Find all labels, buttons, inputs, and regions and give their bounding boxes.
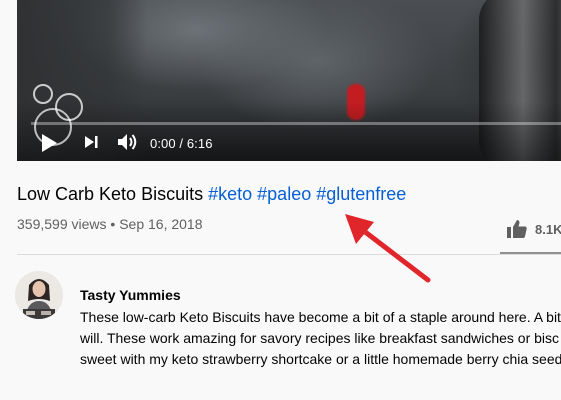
description-line: sweet with my keto strawberry shortcake … — [80, 351, 561, 367]
channel-name[interactable]: Tasty Yummies — [80, 287, 181, 303]
divider — [17, 254, 561, 255]
upload-date: Sep 16, 2018 — [119, 216, 203, 232]
like-count: 8.1K — [535, 222, 561, 237]
hashtag-paleo[interactable]: #paleo — [257, 184, 311, 204]
volume-icon[interactable] — [117, 132, 139, 152]
like-button[interactable]: 8.1K — [506, 219, 561, 241]
hashtag-keto[interactable]: #keto — [208, 184, 252, 204]
progress-bar[interactable] — [31, 122, 561, 125]
youtube-watch-page: 0:00 / 6:16 Low Carb Keto Biscuits #keto… — [0, 0, 561, 400]
next-icon[interactable] — [83, 134, 99, 150]
description-line: will. These work amazing for savory reci… — [80, 330, 560, 346]
video-title-text: Low Carb Keto Biscuits — [17, 184, 209, 204]
annotation-arrow-icon — [345, 214, 431, 283]
thumbs-up-icon — [507, 220, 527, 238]
player-controls: 0:00 / 6:16 — [17, 128, 561, 158]
video-title: Low Carb Keto Biscuits #keto #paleo #glu… — [17, 183, 406, 205]
description-line: These low-carb Keto Biscuits have become… — [80, 309, 561, 325]
meta-separator: • — [110, 216, 116, 232]
video-player[interactable]: 0:00 / 6:16 — [17, 0, 561, 161]
time-display: 0:00 / 6:16 — [150, 136, 213, 151]
video-meta: 359,599 views • Sep 16, 2018 — [17, 216, 203, 232]
video-description: These low-carb Keto Biscuits have become… — [80, 307, 561, 370]
avatar-image — [15, 271, 63, 319]
hashtag-glutenfree[interactable]: #glutenfree — [316, 184, 406, 204]
view-count: 359,599 views — [17, 216, 107, 232]
play-icon[interactable] — [39, 132, 59, 154]
channel-avatar[interactable] — [15, 271, 63, 319]
